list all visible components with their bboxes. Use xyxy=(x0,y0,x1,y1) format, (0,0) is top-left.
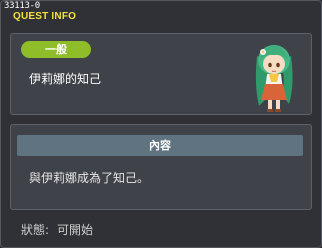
window-title: QUEST INFO xyxy=(13,11,77,22)
quest-content-panel: 內容 與伊莉娜成為了知己。 xyxy=(10,124,312,210)
quest-id: 33113-0 xyxy=(4,1,40,11)
quest-info-window: 33113-0 QUEST INFO 一般 伊莉娜的知己 內容 與伊莉娜成為了知… xyxy=(0,0,322,248)
status-value: 可開始 xyxy=(57,223,94,237)
category-badge: 一般 xyxy=(21,41,91,58)
status-label: 狀態: xyxy=(21,223,50,237)
quest-header-panel: 一般 伊莉娜的知己 xyxy=(10,33,312,115)
status-row: 狀態: 可開始 xyxy=(21,221,101,238)
npc-irena-portrait-icon xyxy=(255,45,293,112)
content-text: 與伊莉娜成為了知己。 xyxy=(29,171,150,185)
quest-name: 伊莉娜的知己 xyxy=(29,72,102,86)
content-header: 內容 xyxy=(17,135,303,156)
